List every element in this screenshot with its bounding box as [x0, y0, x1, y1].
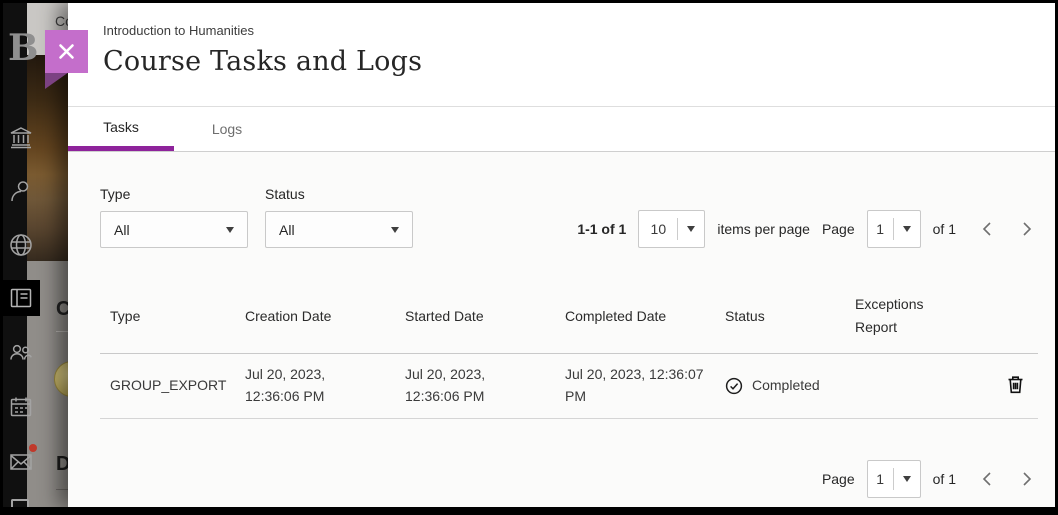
chevron-down-icon — [894, 226, 920, 232]
delete-task-button[interactable] — [1005, 373, 1026, 399]
blackboard-logo: B — [8, 27, 38, 69]
chevron-down-icon — [678, 226, 704, 232]
page-label: Page — [822, 221, 855, 237]
dimmed-text-fragment: Co — [55, 13, 68, 29]
column-header-status: Status — [725, 308, 855, 324]
page-number-value: 1 — [868, 221, 893, 237]
panel-content: Type All Status All — [68, 152, 1055, 507]
started-date-cell: Jul 20, 2023, 12:36:06 PM — [405, 364, 565, 407]
previous-page-button[interactable] — [976, 217, 1000, 241]
items-range-text: 1-1 of 1 — [577, 221, 626, 237]
chevron-right-icon — [1017, 470, 1035, 488]
page-number-select[interactable]: 1 — [867, 460, 921, 498]
page-of-text: of 1 — [933, 221, 956, 237]
people-icon — [8, 339, 34, 365]
status-text: Completed — [752, 375, 820, 397]
page-number-value: 1 — [868, 471, 893, 487]
page-size-select[interactable]: 10 — [638, 210, 705, 248]
calendar-icon — [8, 394, 34, 420]
type-filter-select[interactable]: All — [100, 211, 248, 248]
page-of-text: of 1 — [933, 471, 956, 487]
column-header-type: Type — [100, 308, 245, 324]
status-cell: Completed — [725, 375, 855, 397]
messages-icon — [8, 449, 34, 475]
panel-header: Introduction to Humanities Course Tasks … — [68, 3, 1055, 107]
status-filter-value: All — [279, 222, 295, 238]
app-window: Co C D B — [3, 3, 1055, 507]
type-filter-label: Type — [100, 186, 248, 202]
content-icon — [8, 285, 34, 311]
column-header-creation-date: Creation Date — [245, 308, 405, 324]
chevron-down-icon — [226, 227, 234, 233]
table-row: GROUP_EXPORT Jul 20, 2023, 12:36:06 PM J… — [100, 354, 1038, 419]
dimmed-heading-fragment: D — [56, 453, 68, 476]
previous-page-button[interactable] — [976, 467, 1000, 491]
close-panel-button[interactable] — [45, 30, 88, 73]
type-filter-value: All — [114, 222, 130, 238]
chevron-left-icon — [979, 220, 997, 238]
bottom-pagination: Page 1 of 1 — [822, 460, 1038, 498]
page-number-select[interactable]: 1 — [867, 210, 921, 248]
page-size-value: 10 — [639, 221, 677, 237]
divider — [56, 331, 68, 332]
creation-date-cell: Jul 20, 2023, 12:36:06 PM — [245, 364, 405, 407]
actions-cell — [1005, 373, 1044, 399]
next-page-button[interactable] — [1014, 467, 1038, 491]
tasks-table: Type Creation Date Started Date Complete… — [100, 278, 1038, 419]
institution-icon — [8, 125, 34, 151]
trash-icon — [1007, 375, 1024, 394]
course-name: Introduction to Humanities — [103, 23, 1035, 38]
globe-icon — [8, 232, 34, 258]
top-pagination: 1-1 of 1 10 items per page Page 1 of 1 — [577, 210, 1038, 248]
status-filter-label: Status — [265, 186, 413, 202]
chevron-right-icon — [1017, 220, 1035, 238]
chevron-down-icon — [391, 227, 399, 233]
course-tasks-and-logs-panel: Introduction to Humanities Course Tasks … — [68, 3, 1055, 507]
page-title: Course Tasks and Logs — [103, 46, 1035, 77]
items-per-page-label: items per page — [717, 221, 810, 237]
table-header-row: Type Creation Date Started Date Complete… — [100, 278, 1038, 354]
tab-tasks[interactable]: Tasks — [68, 107, 174, 151]
completed-date-cell: Jul 20, 2023, 12:36:07 PM — [565, 364, 725, 407]
tab-logs[interactable]: Logs — [174, 107, 280, 151]
status-filter-select[interactable]: All — [265, 211, 413, 248]
chevron-down-icon — [894, 476, 920, 482]
tab-bar: Tasks Logs — [68, 107, 1055, 152]
task-type-cell: GROUP_EXPORT — [100, 375, 245, 397]
chevron-left-icon — [979, 470, 997, 488]
profile-icon — [8, 178, 34, 204]
page-label: Page — [822, 471, 855, 487]
column-header-started-date: Started Date — [405, 308, 565, 324]
gradebook-icon — [11, 499, 29, 507]
dimmed-heading-fragment: C — [56, 298, 68, 321]
divider — [56, 489, 68, 490]
next-page-button[interactable] — [1014, 217, 1038, 241]
avatar — [54, 361, 68, 397]
check-circle-icon — [725, 377, 743, 395]
notification-badge — [29, 444, 37, 452]
close-icon — [57, 42, 76, 61]
column-header-exceptions-report: Exceptions Report — [855, 293, 955, 338]
column-header-completed-date: Completed Date — [565, 308, 725, 324]
